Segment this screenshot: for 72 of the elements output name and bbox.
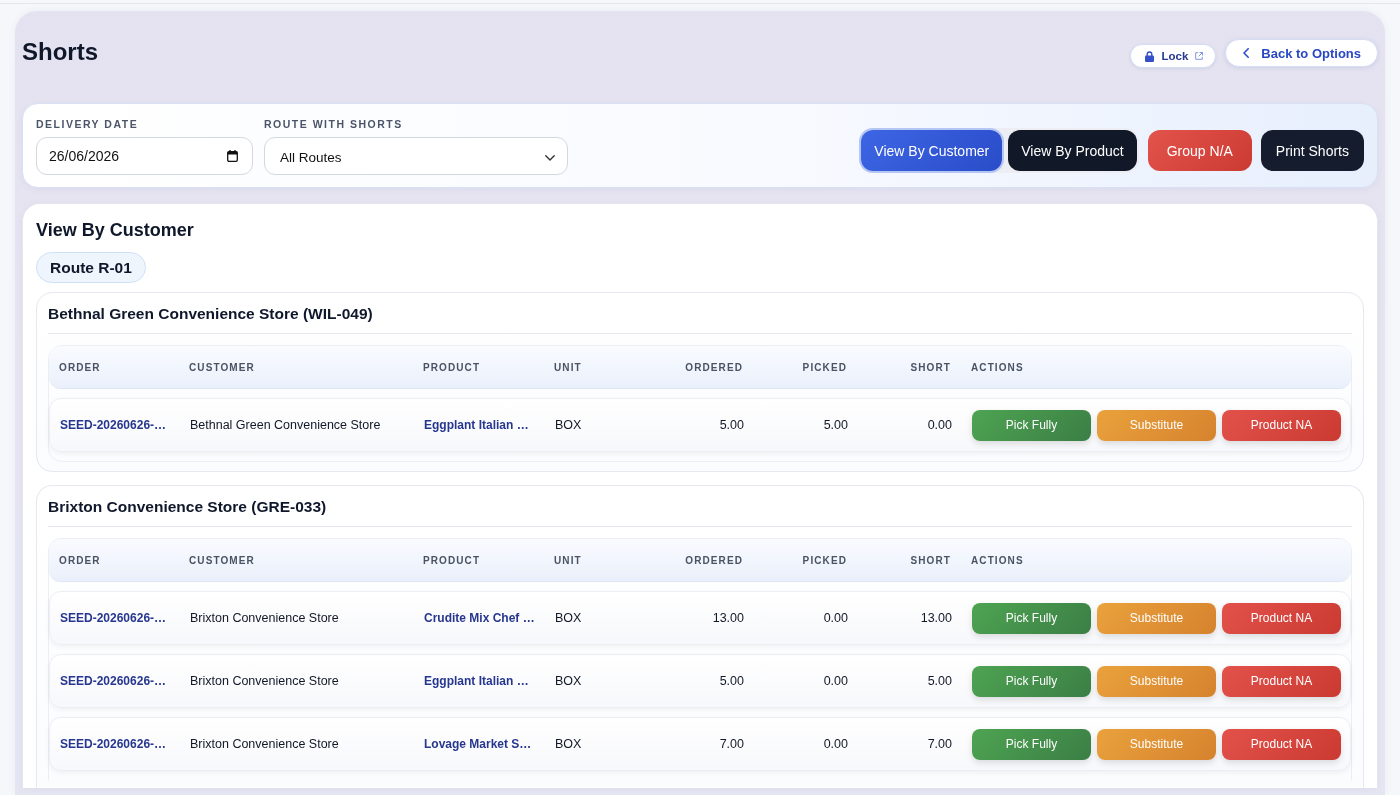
product-na-button[interactable]: Product NA — [1222, 665, 1341, 697]
product-link[interactable]: Eggplant Italian … — [424, 418, 529, 432]
group-heading: Brixton Convenience Store (GRE-033) — [48, 497, 327, 517]
table-cell: BOX — [555, 611, 582, 625]
chevron-left-icon — [1243, 48, 1250, 58]
column-header: SHORT — [910, 554, 951, 566]
order-link[interactable]: SEED-20260626-… — [60, 737, 167, 751]
pick-fully-button[interactable]: Pick Fully — [972, 665, 1091, 697]
view-toggle-button[interactable]: View By Customer — [861, 130, 1003, 171]
group-na-button[interactable]: Group N/A — [1147, 130, 1252, 171]
calendar-icon — [227, 150, 238, 162]
route-tag: Route R-01 — [36, 252, 146, 283]
group-heading: Bethnal Green Convenience Store (WIL-049) — [48, 304, 373, 324]
table-cell: 0.00 — [927, 418, 952, 432]
column-header: CUSTOMER — [189, 554, 255, 566]
product-link[interactable]: Lovage Market S… — [424, 737, 532, 751]
column-header: UNIT — [554, 554, 582, 566]
field-label: DELIVERY DATE — [36, 117, 139, 131]
column-header: PICKED — [802, 554, 847, 566]
order-link[interactable]: SEED-20260626-… — [60, 611, 167, 625]
lock-icon — [1145, 50, 1155, 62]
external-link-icon — [1195, 52, 1204, 60]
section-title: View By Customer — [36, 219, 194, 241]
dropdown-field[interactable]: All Routes — [264, 137, 568, 175]
table-cell: 0.00 — [823, 737, 848, 751]
table-cell: 5.00 — [823, 418, 848, 432]
pick-fully-button[interactable]: Pick Fully — [972, 728, 1091, 760]
product-link[interactable]: Crudite Mix Chef … — [424, 611, 535, 625]
order-link[interactable]: SEED-20260626-… — [60, 674, 167, 688]
table-cell: BOX — [555, 737, 582, 751]
product-na-button[interactable]: Product NA — [1222, 728, 1341, 760]
table-cell: 13.00 — [920, 611, 952, 625]
pick-fully-button[interactable]: Pick Fully — [972, 409, 1091, 441]
pick-fully-button[interactable]: Pick Fully — [972, 602, 1091, 634]
print-button[interactable]: Print Shorts — [1260, 130, 1364, 171]
column-header: PRODUCT — [423, 554, 481, 566]
date-field[interactable]: 26/06/2026 — [36, 137, 253, 175]
order-link[interactable]: SEED-20260626-… — [60, 418, 167, 432]
table-cell: 5.00 — [719, 674, 744, 688]
column-header: ORDER — [59, 554, 101, 566]
field-label: ROUTE WITH SHORTS — [264, 117, 403, 131]
column-header: ORDER — [59, 361, 101, 373]
product-na-button[interactable]: Product NA — [1222, 602, 1341, 634]
column-header: CUSTOMER — [189, 361, 255, 373]
column-header: ACTIONS — [971, 361, 1024, 373]
table-cell: 0.00 — [823, 611, 848, 625]
chevron-down-icon — [545, 154, 555, 161]
lock-button[interactable]: Lock — [1130, 44, 1217, 68]
column-header: ACTIONS — [971, 554, 1024, 566]
column-header: UNIT — [554, 361, 582, 373]
table-cell: Brixton Convenience Store — [190, 737, 339, 751]
table-cell: 13.00 — [712, 611, 744, 625]
back-button[interactable]: Back to Options — [1225, 39, 1378, 67]
table-cell: Brixton Convenience Store — [190, 611, 339, 625]
table-cell: 7.00 — [719, 737, 744, 751]
table-cell: 0.00 — [823, 674, 848, 688]
table-cell: Bethnal Green Convenience Store — [190, 418, 381, 432]
product-link[interactable]: Eggplant Italian … — [424, 674, 529, 688]
column-header: ORDERED — [685, 554, 743, 566]
product-na-button[interactable]: Product NA — [1222, 409, 1341, 441]
table-cell: 5.00 — [927, 674, 952, 688]
page-title: Shorts — [22, 38, 98, 66]
table-cell: Brixton Convenience Store — [190, 674, 339, 688]
column-header: PICKED — [802, 361, 847, 373]
column-header: ORDERED — [685, 361, 743, 373]
column-header: SHORT — [910, 361, 951, 373]
table-cell: BOX — [555, 674, 582, 688]
table-cell: 7.00 — [927, 737, 952, 751]
table-cell: 5.00 — [719, 418, 744, 432]
table-cell: BOX — [555, 418, 582, 432]
column-header: PRODUCT — [423, 361, 481, 373]
view-toggle-button[interactable]: View By Product — [1008, 130, 1137, 171]
